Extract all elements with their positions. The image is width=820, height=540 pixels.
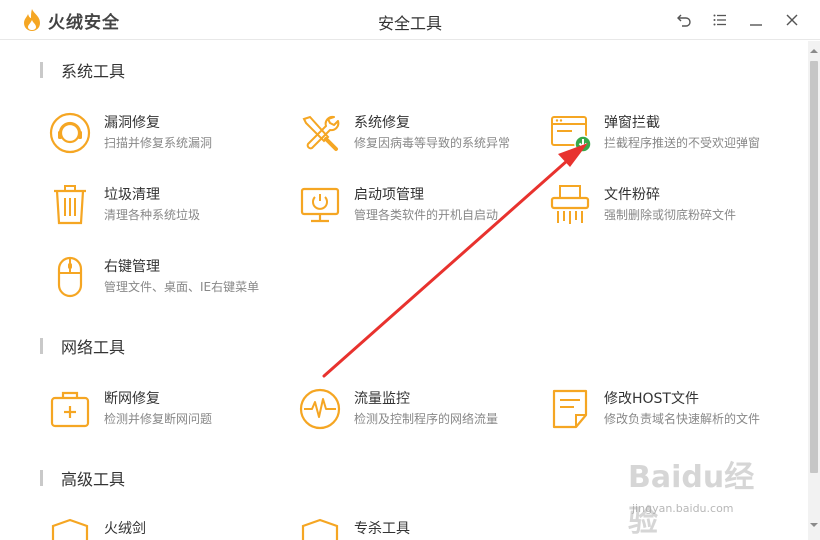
mouse-icon — [57, 256, 83, 298]
monitor-icon — [300, 187, 340, 223]
tool-right-click-manager[interactable]: 右键管理 管理文件、桌面、IE右键菜单 — [48, 255, 288, 305]
minimize-button[interactable] — [746, 10, 766, 30]
section-marker — [40, 62, 43, 78]
tool-description: 强制删除或彻底粉碎文件 — [604, 208, 737, 222]
close-button[interactable] — [782, 10, 802, 30]
menu-button[interactable] — [710, 10, 730, 30]
popup-window-icon — [551, 116, 592, 153]
scroll-down-icon[interactable] — [810, 521, 818, 529]
watermark-mark: Baidu经验 — [628, 460, 755, 539]
tool-description: 检测并修复断网问题 — [104, 412, 213, 426]
lifebuoy-icon — [49, 112, 91, 154]
tool-name: 弹窗拦截 — [604, 115, 660, 131]
tool-name: 文件粉碎 — [604, 187, 660, 203]
section-marker — [40, 338, 43, 354]
watermark: Baidu经验 jingyan.baidu.com — [628, 452, 778, 539]
tool-name: 专杀工具 — [354, 521, 410, 537]
section-advanced-tools: 高级工具 — [40, 469, 126, 489]
tool-description: 拦截程序推送的不受欢迎弹窗 — [604, 136, 761, 150]
tool-name: 垃圾清理 — [104, 187, 160, 203]
tool-edit-host-file[interactable]: 修改HOST文件 修改负责域名快速解析的文件 — [548, 387, 788, 437]
tool-name: 漏洞修复 — [104, 115, 160, 131]
tool-name: 右键管理 — [104, 259, 160, 275]
tool-startup-manager[interactable]: 启动项管理 管理各类软件的开机自启动 — [298, 183, 538, 233]
tool-description: 修复因病毒等导致的系统异常 — [354, 136, 511, 150]
document-icon — [552, 389, 588, 429]
tool-special-killer[interactable]: 专杀工具 — [298, 517, 538, 540]
back-button[interactable] — [674, 10, 694, 30]
scrollbar-thumb[interactable] — [810, 61, 818, 473]
title-bar: 火绒安全 安全工具 — [0, 0, 820, 40]
tool-network-repair[interactable]: 断网修复 检测并修复断网问题 — [48, 387, 288, 437]
section-label: 高级工具 — [61, 470, 126, 489]
tool-junk-clean[interactable]: 垃圾清理 清理各种系统垃圾 — [48, 183, 288, 233]
section-system-tools: 系统工具 — [40, 61, 126, 81]
shield-icon — [51, 518, 89, 540]
scroll-up-icon[interactable] — [810, 47, 818, 55]
section-marker — [40, 470, 43, 486]
tool-description: 修改负责域名快速解析的文件 — [604, 412, 761, 426]
first-aid-kit-icon — [50, 391, 90, 428]
tool-description: 管理各类软件的开机自启动 — [354, 208, 499, 222]
section-network-tools: 网络工具 — [40, 337, 126, 357]
tool-description: 管理文件、桌面、IE右键菜单 — [104, 280, 260, 294]
pulse-icon — [299, 388, 341, 430]
menu-icon — [713, 14, 726, 26]
tool-popup-block[interactable]: 弹窗拦截 拦截程序推送的不受欢迎弹窗 — [548, 111, 788, 161]
tool-file-shredder[interactable]: 文件粉碎 强制删除或彻底粉碎文件 — [548, 183, 788, 233]
section-label: 系统工具 — [61, 62, 126, 81]
vertical-scrollbar[interactable] — [808, 41, 820, 540]
tool-description: 清理各种系统垃圾 — [104, 208, 201, 222]
tool-name: 启动项管理 — [354, 187, 424, 203]
tool-vulnerability-fix[interactable]: 漏洞修复 扫描并修复系统漏洞 — [48, 111, 288, 161]
section-label: 网络工具 — [61, 338, 126, 357]
tool-name: 流量监控 — [354, 391, 410, 407]
window-title: 安全工具 — [377, 14, 442, 33]
tool-name: 火绒剑 — [104, 521, 146, 537]
tool-description: 检测及控制程序的网络流量 — [354, 412, 499, 426]
minimize-icon — [750, 24, 762, 26]
undo-icon — [677, 14, 691, 27]
trash-icon — [54, 185, 86, 225]
tools-icon — [302, 115, 340, 151]
tool-description: 扫描并修复系统漏洞 — [104, 136, 213, 150]
tool-traffic-monitor[interactable]: 流量监控 检测及控制程序的网络流量 — [298, 387, 538, 437]
tool-huorong-sword[interactable]: 火绒剑 — [48, 517, 288, 540]
watermark-url: jingyan.baidu.com — [632, 502, 734, 515]
close-icon — [786, 14, 798, 26]
tool-name: 修改HOST文件 — [604, 391, 699, 407]
shield-icon — [301, 518, 339, 540]
shredder-icon — [550, 185, 590, 224]
tool-name: 断网修复 — [104, 391, 160, 407]
tool-name: 系统修复 — [354, 115, 410, 131]
tool-system-repair[interactable]: 系统修复 修复因病毒等导致的系统异常 — [298, 111, 538, 161]
